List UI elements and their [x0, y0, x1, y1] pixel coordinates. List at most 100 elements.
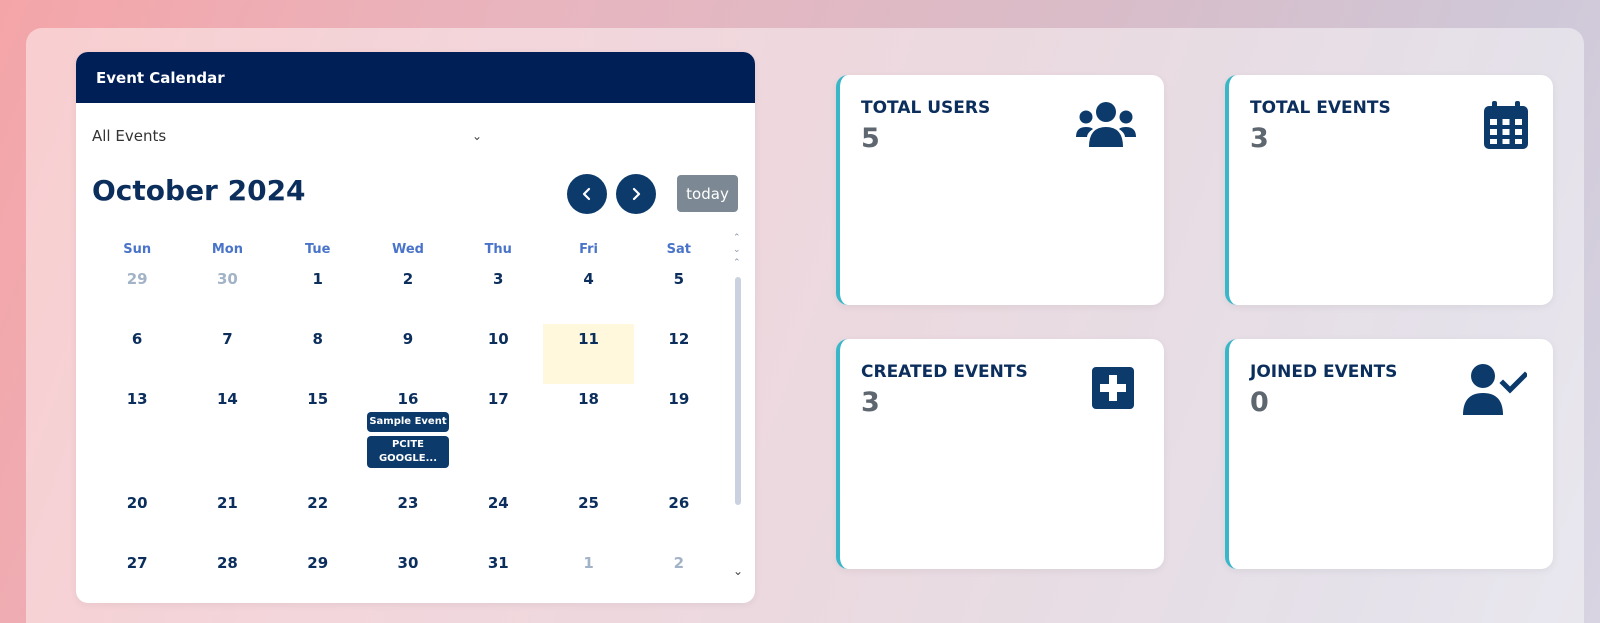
day-number: 16 [397, 390, 419, 408]
day-number: 2 [673, 554, 685, 572]
day-number: 1 [312, 270, 323, 288]
day-number: 24 [487, 494, 509, 512]
day-number: 27 [126, 554, 148, 572]
day-number: 11 [578, 330, 599, 348]
day-of-week-label: Thu [484, 242, 512, 257]
calendar-day[interactable]: 28 [182, 548, 272, 603]
day-number: 8 [312, 330, 323, 348]
calendar-day[interactable]: 30 [182, 264, 272, 324]
total-users-label: TOTAL USERS [861, 98, 991, 118]
calendar-day[interactable]: 16 Sample Event PCITE GOOGLE... [363, 384, 453, 488]
calendar-week-row: 20 21 22 23 24 25 26 [92, 488, 724, 548]
day-number: 26 [668, 494, 690, 512]
calendar-day[interactable]: 15 [273, 384, 363, 488]
scroll-up-icon[interactable]: ⌃ [733, 233, 741, 243]
created-events-value: 3 [861, 387, 880, 418]
chevron-right-icon [632, 187, 641, 201]
calendar-day[interactable]: 18 [543, 384, 633, 488]
scrollbar-thumb[interactable] [735, 277, 741, 505]
calendar-day[interactable]: 24 [453, 488, 543, 548]
total-users-card: TOTAL USERS 5 [836, 75, 1164, 305]
calendar-week-row: 13 14 15 16 Sample Event PCITE GOOGLE... 17 18 1… [92, 384, 724, 488]
day-number: 3 [493, 270, 504, 288]
calendar-day[interactable]: 1 [273, 264, 363, 324]
day-number: 22 [307, 494, 329, 512]
calendar-day[interactable]: 2 [634, 548, 724, 603]
calendar-day[interactable]: 13 [92, 384, 182, 488]
scroll-down-icon[interactable]: ⌄ [733, 564, 743, 578]
joined-events-label: JOINED EVENTS [1250, 362, 1398, 382]
day-of-week-label: Tue [304, 242, 331, 257]
day-number: 23 [397, 494, 419, 512]
calendar-day[interactable]: 5 [634, 264, 724, 324]
calendar-day[interactable]: 3 [453, 264, 543, 324]
event-filter-value: All Events [92, 127, 167, 145]
calendar-day[interactable]: 12 [634, 324, 724, 384]
day-number: 14 [216, 390, 238, 408]
calendar-grid: 29 30 1 2 3 4 5 6 7 8 9 10 11 12 13 14 15 16 Sample Event P… [92, 264, 724, 603]
day-number: 30 [216, 270, 238, 288]
calendar-day[interactable]: 29 [92, 264, 182, 324]
day-number: 10 [487, 330, 509, 348]
next-month-button[interactable] [616, 174, 656, 214]
calendar-day[interactable]: 27 [92, 548, 182, 603]
calendar-day[interactable]: 17 [453, 384, 543, 488]
calendar-day[interactable]: 23 [363, 488, 453, 548]
calendar-header: Event Calendar [76, 52, 755, 103]
calendar-day[interactable]: 14 [182, 384, 272, 488]
calendar-day[interactable]: 4 [543, 264, 633, 324]
day-number: 15 [307, 390, 329, 408]
calendar-event[interactable]: Sample Event [366, 412, 449, 432]
day-number: 19 [668, 390, 690, 408]
calendar-day[interactable]: 30 [363, 548, 453, 603]
days-of-week-header: Sun Mon Tue Wed Thu Fri Sat [92, 242, 724, 262]
today-button[interactable]: today [677, 175, 738, 212]
joined-events-value: 0 [1250, 387, 1269, 418]
day-number: 29 [307, 554, 329, 572]
calendar-day[interactable]: 10 [453, 324, 543, 384]
calendar-day[interactable]: 31 [453, 548, 543, 603]
day-number: 12 [668, 330, 690, 348]
calendar-day[interactable]: 7 [182, 324, 272, 384]
day-number: 18 [578, 390, 599, 408]
total-events-card: TOTAL EVENTS 3 [1225, 75, 1553, 305]
day-number: 31 [487, 554, 509, 572]
calendar-day[interactable]: 21 [182, 488, 272, 548]
calendar-week-row: 6 7 8 9 10 11 12 [92, 324, 724, 384]
calendar-day[interactable]: 20 [92, 488, 182, 548]
calendar-day[interactable]: 9 [363, 324, 453, 384]
calendar-event[interactable]: PCITE GOOGLE... [366, 436, 449, 468]
calendar-week-row: 27 28 29 30 31 1 2 [92, 548, 724, 603]
day-of-week-label: Mon [211, 242, 243, 257]
calendar-day-today[interactable]: 11 [543, 324, 634, 384]
day-number: 17 [487, 390, 509, 408]
event-filter-select[interactable]: All Events ⌄ [92, 127, 482, 149]
scroll-up-icon[interactable]: ⌃ [733, 258, 741, 268]
day-number: 25 [578, 494, 599, 512]
day-of-week-label: Fri [579, 242, 598, 257]
user-check-icon [1463, 364, 1527, 415]
calendar-day[interactable]: 29 [273, 548, 363, 603]
calendar-day[interactable]: 22 [273, 488, 363, 548]
total-users-value: 5 [861, 123, 880, 154]
calendar-day[interactable]: 26 [634, 488, 724, 548]
total-events-value: 3 [1250, 123, 1269, 154]
day-number: 28 [216, 554, 238, 572]
day-number: 1 [583, 554, 594, 572]
calendar-day[interactable]: 6 [92, 324, 182, 384]
day-number: 20 [126, 494, 148, 512]
calendar-icon [1484, 101, 1528, 149]
calendar-day[interactable]: 1 [543, 548, 633, 603]
scroll-down-icon[interactable]: ⌄ [733, 245, 741, 255]
event-calendar-card: Event Calendar All Events ⌄ October 2024… [76, 52, 755, 603]
calendar-day[interactable]: 8 [273, 324, 363, 384]
day-of-week-label: Wed [391, 242, 424, 257]
day-number: 7 [222, 330, 233, 348]
chevron-left-icon [582, 187, 591, 201]
prev-month-button[interactable] [567, 174, 607, 214]
calendar-week-row: 29 30 1 2 3 4 5 [92, 264, 724, 324]
calendar-day[interactable]: 2 [363, 264, 453, 324]
calendar-day[interactable]: 19 [634, 384, 724, 488]
calendar-day[interactable]: 25 [543, 488, 633, 548]
total-events-label: TOTAL EVENTS [1250, 98, 1391, 118]
